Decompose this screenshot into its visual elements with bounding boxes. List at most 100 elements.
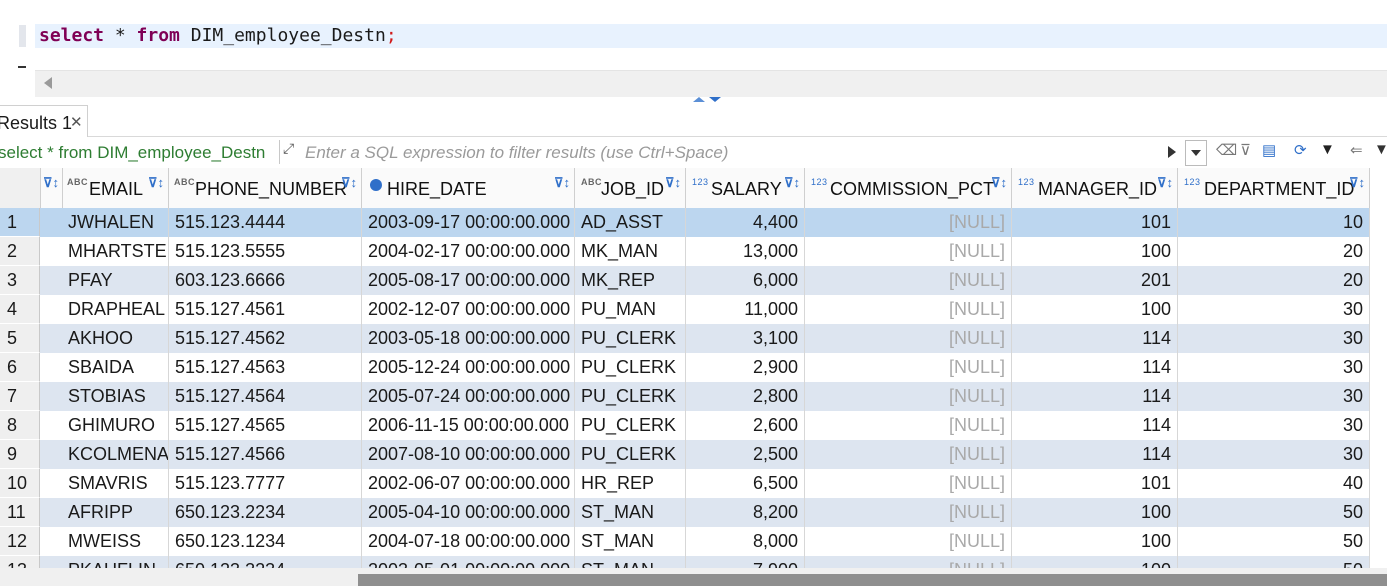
row-number[interactable]: 5 — [0, 324, 40, 353]
cell-phone-number[interactable]: 515.127.4563 — [169, 353, 362, 382]
cell-job-id[interactable]: PU_MAN — [575, 295, 686, 324]
cell-manager-id[interactable]: 114 — [1012, 382, 1178, 411]
filter-icon[interactable]: ⊽↕ — [341, 175, 357, 191]
save-filter-icon[interactable]: ▤ — [1262, 141, 1276, 159]
cell-department-id[interactable]: 50 — [1178, 498, 1370, 527]
cell-email[interactable]: KCOLMENA — [41, 440, 169, 469]
cell-email[interactable]: AKHOO — [41, 324, 169, 353]
table-row[interactable]: 8 GHIMURO 515.127.4565 2006-11-15 00:00:00.… — [0, 411, 1370, 440]
cell-department-id[interactable]: 30 — [1178, 324, 1370, 353]
cell-manager-id[interactable]: 201 — [1012, 266, 1178, 295]
cell-salary[interactable]: 8,000 — [686, 527, 805, 556]
cell-hire-date[interactable]: 2005-12-24 00:00:00.000 — [362, 353, 575, 382]
table-row[interactable]: 9 KCOLMENA 515.127.4566 2007-08-10 00:00:00… — [0, 440, 1370, 469]
cell-job-id[interactable]: ST_MAN — [575, 498, 686, 527]
cell-hire-date[interactable]: 2003-05-18 00:00:00.000 — [362, 324, 575, 353]
cell-commission-pct[interactable]: [NULL] — [805, 382, 1012, 411]
cell-hire-date[interactable]: 2004-07-18 00:00:00.000 — [362, 527, 575, 556]
refresh-icon[interactable]: ⟳ — [1294, 141, 1307, 159]
table-row[interactable]: 7 STOBIAS 515.127.4564 2005-07-24 00:00:00.… — [0, 382, 1370, 411]
cell-department-id[interactable]: 30 — [1178, 411, 1370, 440]
column-header-job-id[interactable]: ABC JOB_ID ⊽↕ — [575, 168, 686, 208]
cell-job-id[interactable]: PU_CLERK — [575, 324, 686, 353]
cell-department-id[interactable]: 30 — [1178, 382, 1370, 411]
table-row[interactable]: 2 MHARTSTE 515.123.5555 2004-02-17 00:00:00… — [0, 237, 1370, 266]
row-number[interactable]: 9 — [0, 440, 40, 469]
cell-commission-pct[interactable]: [NULL] — [805, 353, 1012, 382]
filter-icon[interactable]: ⊽↕ — [1157, 175, 1173, 191]
table-row[interactable]: 11 AFRIPP 650.123.2234 2005-04-10 00:00:00.… — [0, 498, 1370, 527]
cell-department-id[interactable]: 30 — [1178, 440, 1370, 469]
apply-filter-icon[interactable] — [1168, 146, 1176, 158]
editor-horizontal-scrollbar[interactable] — [35, 70, 1387, 97]
sql-statement[interactable]: select * from DIM_employee_Destn; — [39, 25, 397, 47]
cell-salary[interactable]: 6,500 — [686, 469, 805, 498]
sql-editor[interactable]: select * from DIM_employee_Destn; — [0, 0, 1387, 98]
cell-email[interactable]: AFRIPP — [41, 498, 169, 527]
column-header-email[interactable]: ABC EMAIL ⊽↕ — [63, 168, 169, 208]
cell-phone-number[interactable]: 515.127.4566 — [169, 440, 362, 469]
vertical-scrollbar-area[interactable] — [1370, 168, 1387, 586]
cell-hire-date[interactable]: 2005-04-10 00:00:00.000 — [362, 498, 575, 527]
cell-phone-number[interactable]: 515.123.5555 — [169, 237, 362, 266]
cell-salary[interactable]: 2,900 — [686, 353, 805, 382]
cell-commission-pct[interactable]: [NULL] — [805, 469, 1012, 498]
cell-manager-id[interactable]: 100 — [1012, 237, 1178, 266]
table-row[interactable]: 12 MWEISS 650.123.1234 2004-07-18 00:00:00.… — [0, 527, 1370, 556]
cell-department-id[interactable]: 40 — [1178, 469, 1370, 498]
cell-phone-number[interactable]: 515.123.7777 — [169, 469, 362, 498]
cell-phone-number[interactable]: 650.123.1234 — [169, 527, 362, 556]
row-number[interactable]: 7 — [0, 382, 40, 411]
tab-results-1[interactable]: Results 1 ✕ — [0, 105, 88, 137]
splitter-handle[interactable] — [693, 97, 731, 102]
cell-commission-pct[interactable]: [NULL] — [805, 324, 1012, 353]
cell-email[interactable]: MHARTSTE — [41, 237, 169, 266]
table-row[interactable]: 6 SBAIDA 515.127.4563 2005-12-24 00:00:00.0… — [0, 353, 1370, 382]
filter-icon[interactable]: ⊽↕ — [784, 175, 800, 191]
cell-salary[interactable]: 13,000 — [686, 237, 805, 266]
cell-salary[interactable]: 6,000 — [686, 266, 805, 295]
cell-phone-number[interactable]: 515.123.4444 — [169, 208, 362, 237]
cell-manager-id[interactable]: 114 — [1012, 324, 1178, 353]
expand-icon[interactable]: ⤢ — [283, 140, 294, 157]
cell-job-id[interactable]: MK_MAN — [575, 237, 686, 266]
cell-manager-id[interactable]: 100 — [1012, 527, 1178, 556]
cell-phone-number[interactable]: 650.123.2234 — [169, 498, 362, 527]
filter-icon[interactable]: ⊽↕ — [554, 175, 570, 191]
cell-job-id[interactable]: PU_CLERK — [575, 411, 686, 440]
filter-icon[interactable]: ⊽↕ — [991, 175, 1007, 191]
eraser-icon[interactable]: ⌫ — [1216, 141, 1237, 159]
cell-salary[interactable]: 11,000 — [686, 295, 805, 324]
row-number[interactable]: 11 — [0, 498, 40, 527]
chevron-down-icon[interactable]: ▼ — [1374, 141, 1387, 158]
cell-commission-pct[interactable]: [NULL] — [805, 411, 1012, 440]
cell-email[interactable]: GHIMURO — [41, 411, 169, 440]
back-icon[interactable]: ⇐ — [1350, 141, 1363, 159]
column-header-hire-date[interactable]: HIRE_DATE ⊽↕ — [362, 168, 575, 208]
cell-department-id[interactable]: 30 — [1178, 295, 1370, 324]
cell-manager-id[interactable]: 114 — [1012, 440, 1178, 469]
cell-job-id[interactable]: HR_REP — [575, 469, 686, 498]
cell-commission-pct[interactable]: [NULL] — [805, 266, 1012, 295]
cell-email[interactable]: SMAVRIS — [41, 469, 169, 498]
cell-phone-number[interactable]: 515.127.4564 — [169, 382, 362, 411]
row-number[interactable]: 4 — [0, 295, 40, 324]
cell-department-id[interactable]: 20 — [1178, 237, 1370, 266]
row-number[interactable]: 10 — [0, 469, 40, 498]
cell-hire-date[interactable]: 2004-02-17 00:00:00.000 — [362, 237, 575, 266]
cell-commission-pct[interactable]: [NULL] — [805, 498, 1012, 527]
cell-job-id[interactable]: AD_ASST — [575, 208, 686, 237]
column-header-salary[interactable]: 123 SALARY ⊽↕ — [686, 168, 805, 208]
row-number[interactable]: 6 — [0, 353, 40, 382]
filter-icon[interactable]: ⊽↕ — [665, 175, 681, 191]
cell-job-id[interactable]: MK_REP — [575, 266, 686, 295]
table-row[interactable]: 4 DRAPHEAL 515.127.4561 2002-12-07 00:00:00… — [0, 295, 1370, 324]
column-header-manager-id[interactable]: 123 MANAGER_ID ⊽↕ — [1012, 168, 1178, 208]
cell-job-id[interactable]: ST_MAN — [575, 527, 686, 556]
cell-salary[interactable]: 8,200 — [686, 498, 805, 527]
cell-phone-number[interactable]: 603.123.6666 — [169, 266, 362, 295]
column-header-department-id[interactable]: 123 DEPARTMENT_ID ⊽↕ — [1178, 168, 1370, 208]
cell-job-id[interactable]: PU_CLERK — [575, 353, 686, 382]
table-row[interactable]: 3 PFAY 603.123.6666 2005-08-17 00:00:00.000… — [0, 266, 1370, 295]
row-number[interactable]: 3 — [0, 266, 40, 295]
